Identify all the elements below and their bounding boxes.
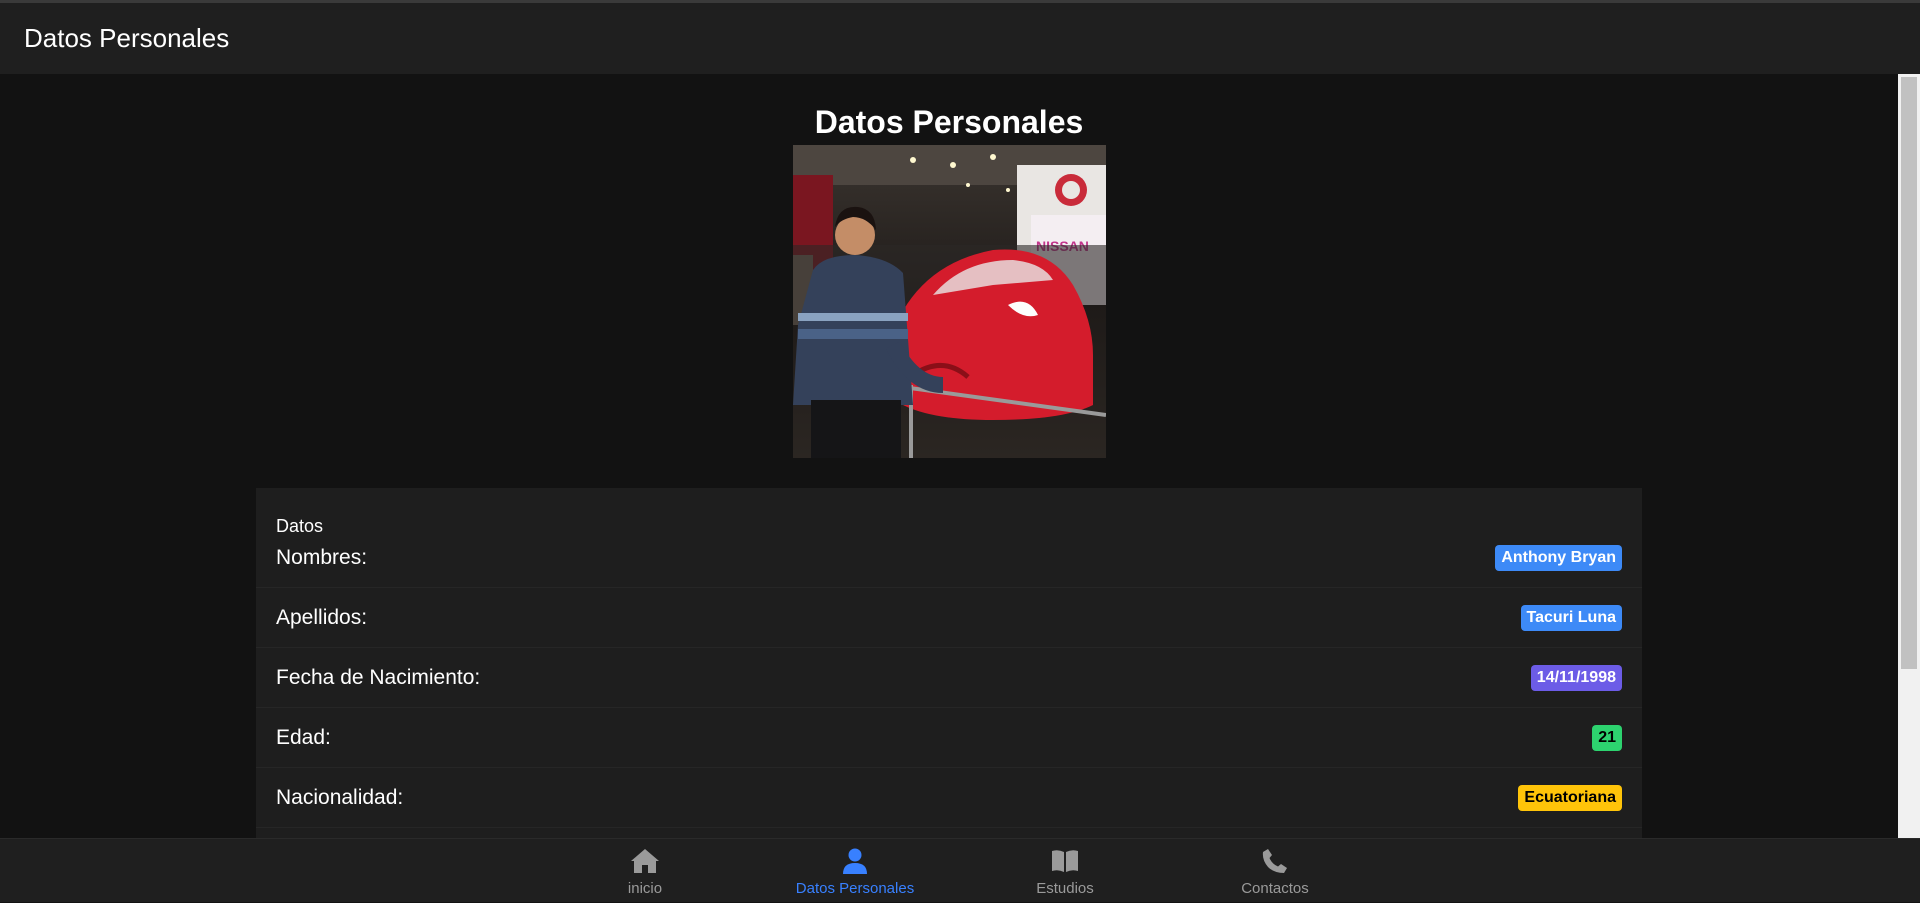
list-item-nombres: Nombres: Anthony Bryan bbox=[256, 528, 1642, 588]
datos-card: Datos Nombres: Anthony Bryan Apellidos: … bbox=[256, 488, 1642, 838]
list-item-nacionalidad: Nacionalidad: Ecuatoriana bbox=[256, 768, 1642, 828]
list-item-fecha-nacimiento: Fecha de Nacimiento: 14/11/1998 bbox=[256, 648, 1642, 708]
tab-label: inicio bbox=[627, 880, 663, 897]
tab-bar: inicio Datos Personales Estudios Contact… bbox=[0, 838, 1920, 902]
toolbar-title: Datos Personales bbox=[24, 23, 230, 53]
tab-datos-personales[interactable]: Datos Personales bbox=[760, 839, 950, 903]
value-badge: Ecuatoriana bbox=[1518, 784, 1622, 811]
value-badge: Tacuri Luna bbox=[1520, 604, 1622, 631]
scrollbar-thumb[interactable] bbox=[1901, 77, 1917, 669]
home-icon bbox=[630, 847, 660, 875]
app-toolbar: Datos Personales bbox=[0, 0, 1920, 74]
row-label: Fecha de Nacimiento: bbox=[276, 665, 481, 689]
list-item-apellidos: Apellidos: Tacuri Luna bbox=[256, 588, 1642, 648]
row-label: Edad: bbox=[276, 725, 331, 749]
tab-estudios[interactable]: Estudios bbox=[970, 839, 1160, 903]
value-badge: Anthony Bryan bbox=[1495, 544, 1622, 571]
list-item-edad: Edad: 21 bbox=[256, 708, 1642, 768]
page-heading: Datos Personales bbox=[814, 104, 1084, 140]
main-content[interactable]: Datos Personales NISSAN bbox=[0, 74, 1898, 838]
tab-label: Datos Personales bbox=[795, 880, 915, 897]
profile-photo: NISSAN bbox=[793, 145, 1106, 458]
row-label: Apellidos: bbox=[276, 605, 368, 629]
tab-label: Contactos bbox=[1241, 880, 1309, 897]
vertical-scrollbar[interactable] bbox=[1898, 74, 1920, 838]
row-label: Nacionalidad: bbox=[276, 785, 404, 809]
value-badge: 21 bbox=[1592, 724, 1622, 751]
tab-contactos[interactable]: Contactos bbox=[1180, 839, 1370, 903]
phone-icon bbox=[1260, 847, 1290, 875]
person-icon bbox=[840, 847, 870, 875]
tab-label: Estudios bbox=[1036, 880, 1094, 897]
book-icon bbox=[1050, 847, 1080, 875]
row-label: Nombres: bbox=[276, 545, 368, 569]
tab-inicio[interactable]: inicio bbox=[550, 839, 740, 903]
value-badge: 14/11/1998 bbox=[1530, 664, 1622, 691]
